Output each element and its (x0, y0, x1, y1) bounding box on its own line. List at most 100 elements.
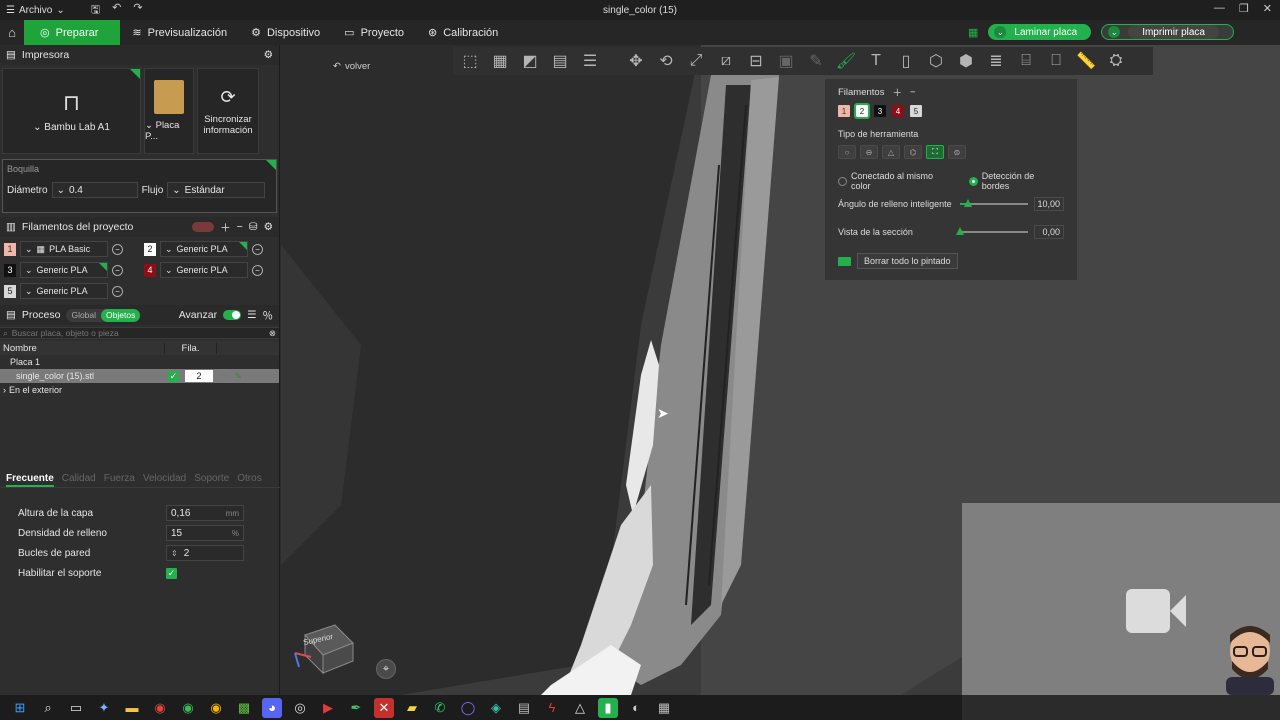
section-view-slider[interactable] (955, 227, 1029, 235)
layer-range-icon[interactable]: ≣ (983, 49, 1009, 73)
home-icon[interactable]: ⌂ (0, 20, 24, 45)
filament-chip[interactable]: 1 (838, 105, 850, 117)
object-search[interactable]: ⌕ Buscar placa, objeto o pieza ⊗ (0, 327, 279, 339)
table-row[interactable]: Placa 1 (0, 355, 279, 369)
tab-support[interactable]: Soporte (194, 473, 229, 487)
filament-select[interactable]: ⌄ Generic PLA (160, 262, 248, 278)
plus-icon[interactable]: ＋ (220, 220, 231, 235)
assembly-icon[interactable]: ⎕ (1043, 49, 1069, 73)
minus-icon[interactable]: − (910, 87, 916, 98)
tab-strength[interactable]: Fuerza (104, 473, 135, 487)
tab-frequent[interactable]: Frecuente (6, 473, 54, 487)
bambu-studio-icon[interactable]: ▮ (598, 697, 618, 718)
check-icon[interactable]: ✓ (168, 370, 179, 382)
orient-icon[interactable]: ◩ (517, 49, 543, 73)
clear-all-paint-button[interactable]: Borrar todo lo pintado (838, 253, 1064, 269)
list-icon[interactable]: ☰ (247, 309, 256, 321)
layers-list-icon[interactable]: ☰ (577, 49, 603, 73)
flow-select[interactable]: ⌄ Estándar (167, 182, 266, 198)
tab-speed[interactable]: Velocidad (143, 473, 186, 487)
filament-chip[interactable]: 3 (874, 105, 886, 117)
scope-objects[interactable]: Objetos (101, 308, 141, 322)
advanced-toggle[interactable] (223, 310, 242, 320)
gear-icon[interactable]: ⚙ (264, 221, 273, 233)
filament-number[interactable]: 4 (144, 263, 156, 277)
flash-icon[interactable]: ϟ (542, 698, 562, 718)
discord-icon[interactable]: ◕ (262, 697, 282, 718)
filament-number[interactable]: 2 (144, 242, 156, 256)
print-plate-button[interactable]: ⌄ Imprimir placa (1101, 24, 1234, 40)
scope-global[interactable]: Global (66, 310, 101, 320)
smart-fill-slider[interactable] (959, 199, 1029, 207)
circle-brush-icon[interactable]: ○ (838, 145, 856, 159)
save-icon[interactable]: 🖫 (91, 1, 100, 20)
start-menu-icon[interactable]: ⊞ (10, 698, 30, 718)
redo-icon[interactable]: ↷ (133, 1, 142, 20)
infill-input[interactable]: 15 % (166, 525, 244, 541)
copilot-icon[interactable]: ✦ (94, 698, 114, 718)
undo-icon[interactable]: ↶ (112, 1, 121, 20)
radio-same-color[interactable]: Conectado al mismo color (838, 171, 955, 191)
percent-icon[interactable]: ％ (263, 308, 274, 323)
maximize-icon[interactable]: ❐ (1239, 2, 1249, 15)
media-player-icon[interactable]: ▶ (318, 698, 338, 718)
chrome-profile-icon[interactable]: ◉ (178, 698, 198, 718)
scale-icon[interactable]: ⤢ (683, 49, 709, 73)
chrome-alt-icon[interactable]: ◉ (206, 698, 226, 718)
remove-filament-icon[interactable]: − (112, 264, 123, 276)
browser-icon[interactable]: ◯ (458, 698, 478, 718)
remove-filament-icon[interactable]: − (112, 285, 123, 297)
tab-quality[interactable]: Calidad (62, 473, 96, 487)
object-paint-icon[interactable]: ✎ (234, 371, 242, 382)
game-icon[interactable]: ◈ (486, 698, 506, 718)
color-paint-icon[interactable]: 🖌 (833, 49, 859, 73)
support-checkbox[interactable]: ✓ (166, 567, 177, 579)
smart-fill-value[interactable]: 10,00 (1034, 197, 1064, 211)
search-icon[interactable]: ⌕ (38, 698, 58, 718)
filament-select[interactable]: ⌄ Generic PLA (20, 283, 108, 299)
plus-icon[interactable]: ＋ (892, 85, 902, 99)
chevron-down-icon[interactable]: ⌄ (994, 26, 1007, 38)
stepper-icon[interactable]: ⇕ (171, 549, 178, 558)
filament-chip[interactable]: 2 (854, 103, 870, 119)
back-button[interactable]: ↶ volver (333, 61, 370, 72)
plate-selector[interactable]: ⌄ Placa P... (144, 68, 194, 154)
whatsapp-icon[interactable]: ✆ (430, 698, 450, 718)
rotate-icon[interactable]: ⟲ (653, 49, 679, 73)
view-cube[interactable] (291, 615, 361, 675)
filament-chip[interactable]: 5 (910, 105, 922, 117)
tab-project[interactable]: ▭ Proyecto (332, 20, 416, 45)
split-parts-icon[interactable]: ⬢ (953, 49, 979, 73)
measure-icon[interactable]: 📏 (1073, 49, 1099, 73)
filament-select[interactable]: ⌄ Generic PLA (160, 241, 248, 257)
cat-app-icon[interactable]: ◐ (626, 698, 646, 718)
task-view-icon[interactable]: ▭ (66, 698, 86, 718)
notes-icon[interactable]: ▰ (402, 698, 422, 718)
xbox-icon[interactable]: ✕ (374, 697, 394, 718)
sphere-brush-icon[interactable]: ⊖ (860, 145, 878, 159)
editor-icon[interactable]: ✒ (346, 698, 366, 718)
object-setting-icon[interactable]: ◌ (221, 371, 226, 381)
remove-filament-icon[interactable]: − (112, 243, 123, 255)
file-explorer-icon[interactable]: ▬ (122, 698, 142, 718)
mesh-boolean-icon[interactable]: ▣ (773, 49, 799, 73)
filament-number[interactable]: 3 (4, 263, 16, 277)
add-cube-icon[interactable]: ⬚ (457, 49, 483, 73)
plate-settings-icon[interactable]: ▦ (968, 26, 978, 39)
height-range-icon[interactable]: ⌬ (904, 145, 922, 159)
column-name[interactable]: Nombre (0, 342, 165, 354)
triangle-brush-icon[interactable]: △ (882, 145, 900, 159)
chevron-down-icon[interactable]: ⌄ (1108, 26, 1121, 38)
process-scope-toggle[interactable]: Global Objetos (66, 308, 141, 322)
slicer-icon[interactable]: △ (570, 698, 590, 718)
tab-preview[interactable]: ≋ Previsualización (120, 20, 239, 45)
grid-icon[interactable]: ▦ (487, 49, 513, 73)
remove-filament-icon[interactable]: − (252, 264, 263, 276)
minimize-icon[interactable]: — (1214, 2, 1225, 15)
calculator-icon[interactable]: ▦ (654, 698, 674, 718)
tab-calibration[interactable]: ⊛ Calibración (416, 20, 510, 45)
chevron-right-icon[interactable]: › (0, 385, 9, 395)
minecraft-icon[interactable]: ▩ (234, 698, 254, 718)
filament-sync-badge[interactable] (192, 222, 215, 232)
filament-number[interactable]: 5 (4, 284, 16, 298)
